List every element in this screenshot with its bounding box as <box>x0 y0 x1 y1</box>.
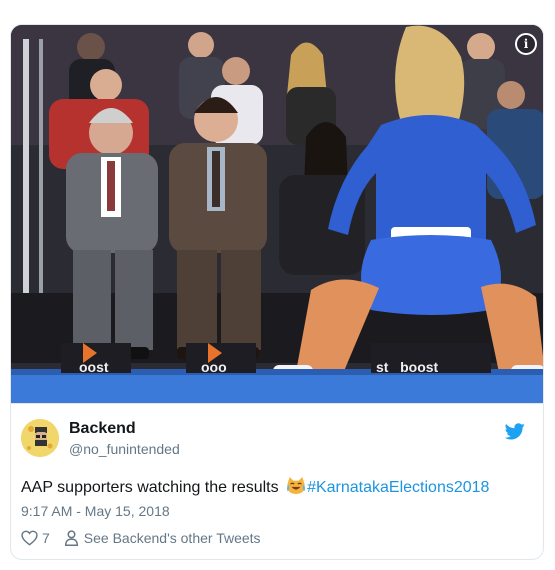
divider <box>11 403 543 404</box>
tweet-actions: 7 See Backend's other Tweets <box>21 530 261 546</box>
court-ad-mid: ooo <box>201 359 227 375</box>
profile-link[interactable]: See Backend's other Tweets <box>64 530 261 546</box>
person-icon <box>64 530 78 546</box>
tweet-photo[interactable]: oost ooo st boost i <box>11 25 543 403</box>
court-ad-right: st boost <box>376 359 439 375</box>
like-count: 7 <box>42 530 50 546</box>
tweet-text: AAP supporters watching the results #Kar… <box>21 477 489 497</box>
hashtag-link[interactable]: #KarnatakaElections2018 <box>307 479 489 496</box>
author-name[interactable]: Backend <box>69 420 136 438</box>
profile-link-label: See Backend's other Tweets <box>83 530 261 546</box>
info-icon[interactable]: i <box>515 33 537 55</box>
author-handle[interactable]: @no_funintended <box>69 441 180 457</box>
photo-scene: oost ooo st boost <box>11 25 543 403</box>
timestamp[interactable]: 9:17 AM - May 15, 2018 <box>21 503 170 519</box>
twitter-bird-icon[interactable] <box>505 423 525 440</box>
tweet-card: oost ooo st boost i Backend @no_funinten… <box>10 24 544 560</box>
tweet-body-text: AAP supporters watching the results <box>21 479 279 496</box>
avatar[interactable] <box>21 419 59 457</box>
laughing-crying-cat-emoji <box>287 477 306 495</box>
like-button[interactable]: 7 <box>21 530 64 546</box>
heart-icon <box>21 530 38 546</box>
avatar-face-icon <box>21 419 59 457</box>
